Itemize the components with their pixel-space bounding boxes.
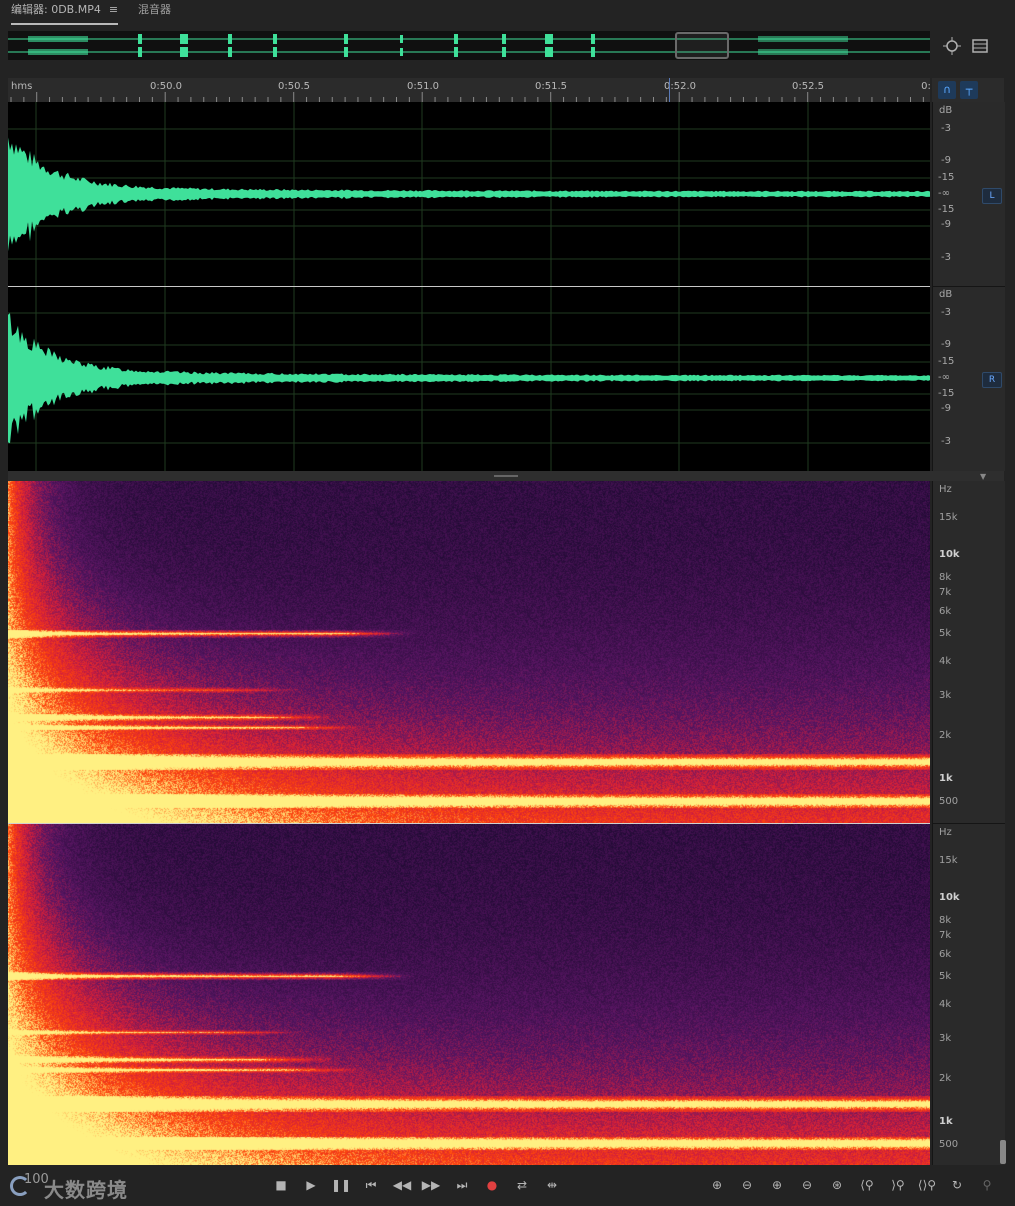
playhead-marker[interactable] [669,78,670,102]
hz-label: 5k [939,971,952,982]
view-splitter[interactable]: ▼ [8,471,1004,481]
hz-label: 7k [939,587,952,598]
hz-label: 10k [939,892,960,903]
zoom-out-full-icon[interactable]: ⊛ [826,1176,848,1194]
hz-label: 6k [939,606,952,617]
db-label: -15 [938,388,955,399]
spectrogram-right[interactable] [8,824,930,1165]
zoom-in-at-end-icon[interactable]: ⟩⚲ [887,1176,909,1194]
db-label: -9 [941,339,951,350]
hz-label: 3k [939,690,952,701]
hz-label: 5k [939,628,952,639]
hz-unit-label: Hz [939,827,952,838]
channel-divider [933,823,1005,824]
waveform-svg [8,102,930,471]
db-label: -3 [941,436,951,447]
snap-magnet-icon[interactable]: ∩ [938,81,956,99]
hz-label: 8k [939,915,952,926]
hz-label: 7k [939,930,952,941]
marker-pin-icon[interactable]: ┬ [960,81,978,99]
tab-editor-label: 编辑器: 0DB.MP4 [11,3,101,16]
zoom-to-selection-icon[interactable]: ⟨⟩⚲ [916,1176,938,1194]
zoom-in-at-start-icon[interactable]: ⟨⚲ [856,1176,878,1194]
hz-label: 15k [939,512,958,523]
zoom-in-time-icon[interactable]: ⊕ [766,1176,788,1194]
hz-label: 15k [939,855,958,866]
zoom-in-amplitude-icon[interactable]: ⊕ [706,1176,728,1194]
hz-label: 2k [939,730,952,741]
hz-label: 500 [939,1139,959,1150]
db-label: -15 [938,356,955,367]
zoom-out-time-icon[interactable]: ⊖ [796,1176,818,1194]
hz-label: 8k [939,572,952,583]
pause-icon[interactable]: ❚❚ [330,1176,352,1194]
overview-waveform-svg [8,34,930,57]
hz-unit-label: Hz [939,484,952,495]
record-icon[interactable]: ● [481,1176,503,1194]
db-label: -3 [941,252,951,263]
rewind-icon[interactable]: ◀◀ [391,1176,413,1194]
tab-bar: 编辑器: 0DB.MP4 ≡ 混音器 [0,0,1015,25]
ruler-tick-label: 0:52.5 [792,81,824,92]
db-label: -15 [938,172,955,183]
panel-menu-icon[interactable]: ≡ [109,3,118,16]
channel-left-badge[interactable]: L [982,188,1002,204]
db-unit-label: dB [939,105,953,116]
zoom-navigator-icon[interactable] [942,36,962,56]
channel-right-badge[interactable]: R [982,372,1002,388]
db-unit-label: dB [939,289,953,300]
db-label: -9 [941,219,951,230]
zoom-reset-icon[interactable]: ↻ [946,1176,968,1194]
hz-label: 2k [939,1073,952,1084]
skip-selection-icon[interactable]: ⇹ [541,1176,563,1194]
ruler-tick-label: 0:50.0 [150,81,182,92]
db-label: -3 [941,123,951,134]
overview-selection-box[interactable] [675,32,729,59]
frequency-scale[interactable]: Hz 15k 10k 8k 7k 6k 5k 4k 3k 2k 1k 500 H… [932,481,1005,1165]
skip-to-end-icon[interactable]: ⏭ [451,1176,473,1194]
db-label: -15 [938,204,955,215]
splitter-grip-icon [494,475,518,477]
ruler-tick-label: 0:51.5 [535,81,567,92]
hz-label: 3k [939,1033,952,1044]
ruler-side-panel: ∩ ┬ [932,78,1004,102]
watermark-logo-icon [10,1176,30,1196]
hz-label: 6k [939,949,952,960]
db-label: -∞ [938,188,950,199]
hz-label: 4k [939,999,952,1010]
hz-label: 1k [939,773,953,784]
tab-editor[interactable]: 编辑器: 0DB.MP4 ≡ [11,3,119,25]
hz-label: 4k [939,656,952,667]
hz-label: 10k [939,549,960,560]
vertical-scrollbar-thumb[interactable] [1000,1140,1006,1164]
ruler-tick-label: 0:50.5 [278,81,310,92]
play-icon[interactable]: ▶ [300,1176,322,1194]
db-label: -3 [941,307,951,318]
zoom-out-amplitude-icon[interactable]: ⊖ [736,1176,758,1194]
list-icon[interactable] [970,36,990,56]
hz-label: 1k [939,1116,953,1127]
db-label: -∞ [938,372,950,383]
zoom-disabled-icon: ⚲ [982,1178,992,1192]
spectrogram-divider [8,823,930,824]
amplitude-scale[interactable]: dB -3 -9 -15 -∞ -15 -9 -3 L dB -3 -9 -15… [932,102,1005,471]
skip-to-start-icon[interactable]: ⏮ [360,1176,382,1194]
db-label: -9 [941,155,951,166]
ruler-tick-label: 0:51.0 [407,81,439,92]
channel-divider [933,286,1005,287]
overview-waveform[interactable] [8,31,930,60]
watermark-text: 大数跨境 [44,1178,128,1202]
fast-forward-icon[interactable]: ▶▶ [420,1176,442,1194]
tab-mixer[interactable]: 混音器 [138,3,171,21]
spectrogram-left[interactable] [8,481,930,823]
splitter-arrow-icon[interactable]: ▼ [980,472,986,481]
db-label: -9 [941,403,951,414]
hz-label: 500 [939,796,959,807]
ruler-tick-label: 0: [921,81,931,92]
loop-playback-icon[interactable]: ⇄ [511,1176,533,1194]
stop-icon[interactable]: ■ [270,1176,292,1194]
ruler-unit-label: hms [11,81,33,92]
